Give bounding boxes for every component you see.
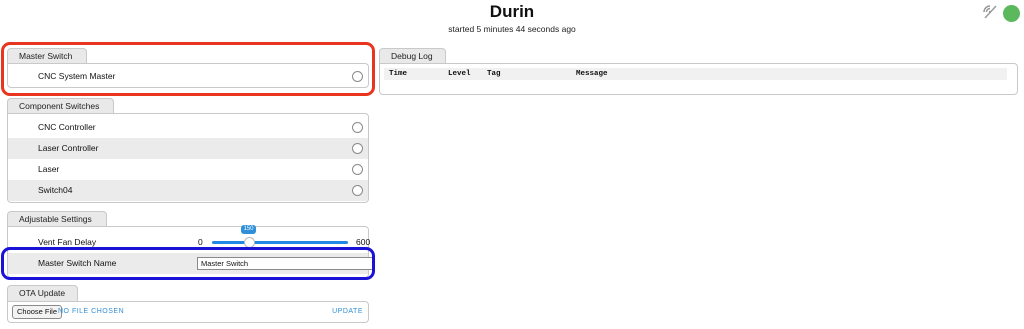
component-switches-panel: CNC Controller Laser Controller Laser Sw…	[7, 113, 369, 203]
log-table-header: Time Level Tag Message	[384, 68, 1007, 80]
switch-row-cnc-controller[interactable]: CNC Controller	[8, 117, 368, 138]
slider-max-label: 600	[356, 237, 371, 247]
switch-toggle[interactable]	[352, 143, 363, 154]
log-column-time: Time	[389, 70, 408, 78]
switch-row-cnc-system-master[interactable]: CNC System Master	[8, 66, 368, 87]
status-indicator	[1003, 5, 1020, 22]
master-switch-name-input[interactable]	[197, 257, 373, 270]
switch-toggle[interactable]	[352, 164, 363, 175]
switch-label: Laser Controller	[38, 143, 99, 153]
vent-fan-delay-label: Vent Fan Delay	[38, 237, 97, 247]
switch-row-laser[interactable]: Laser	[8, 159, 368, 180]
adjustable-settings-panel: Vent Fan Delay 0 150 600 Master Switch N…	[7, 225, 373, 278]
connection-disabled-icon[interactable]	[982, 4, 998, 20]
slider-track[interactable]	[212, 241, 348, 244]
switch-label: Laser	[38, 164, 60, 174]
switch-label: CNC System Master	[38, 71, 116, 81]
switch-label: Switch04	[38, 185, 73, 195]
tab-debug-log: Debug Log	[379, 48, 446, 64]
debug-log-panel: Time Level Tag Message	[379, 63, 1018, 95]
log-column-tag: Tag	[487, 70, 501, 78]
slider-handle[interactable]	[244, 237, 255, 248]
slider-value-bubble: 150	[241, 225, 256, 234]
switch-toggle[interactable]	[352, 185, 363, 196]
file-status-text: NO FILE CHOSEN	[58, 308, 125, 315]
log-column-level: Level	[448, 70, 471, 78]
uptime-text: started 5 minutes 44 seconds ago	[448, 24, 576, 34]
log-column-message: Message	[576, 70, 608, 78]
switch-toggle[interactable]	[352, 122, 363, 133]
tab-component-switches: Component Switches	[7, 98, 114, 114]
slider-min-label: 0	[198, 237, 203, 247]
master-switch-panel: CNC System Master	[7, 63, 369, 88]
master-switch-name-label: Master Switch Name	[38, 258, 117, 268]
device-title: Durin	[489, 2, 535, 21]
switch-label: CNC Controller	[38, 122, 96, 132]
choose-file-button[interactable]: Choose File	[12, 305, 63, 319]
switch-row-laser-controller[interactable]: Laser Controller	[8, 138, 368, 159]
switch-toggle[interactable]	[352, 71, 363, 82]
tab-master-switch: Master Switch	[7, 48, 87, 64]
tab-adjustable-settings: Adjustable Settings	[7, 211, 107, 227]
ota-update-panel: Choose File NO FILE CHOSEN UPDATE	[7, 301, 369, 323]
switch-row-switch04[interactable]: Switch04	[8, 180, 368, 201]
master-switch-name-row: Master Switch Name	[8, 253, 373, 274]
update-button[interactable]: UPDATE	[332, 302, 363, 322]
vent-fan-delay-row: Vent Fan Delay 0 150 600	[8, 225, 371, 253]
tab-ota-update: OTA Update	[7, 285, 78, 301]
